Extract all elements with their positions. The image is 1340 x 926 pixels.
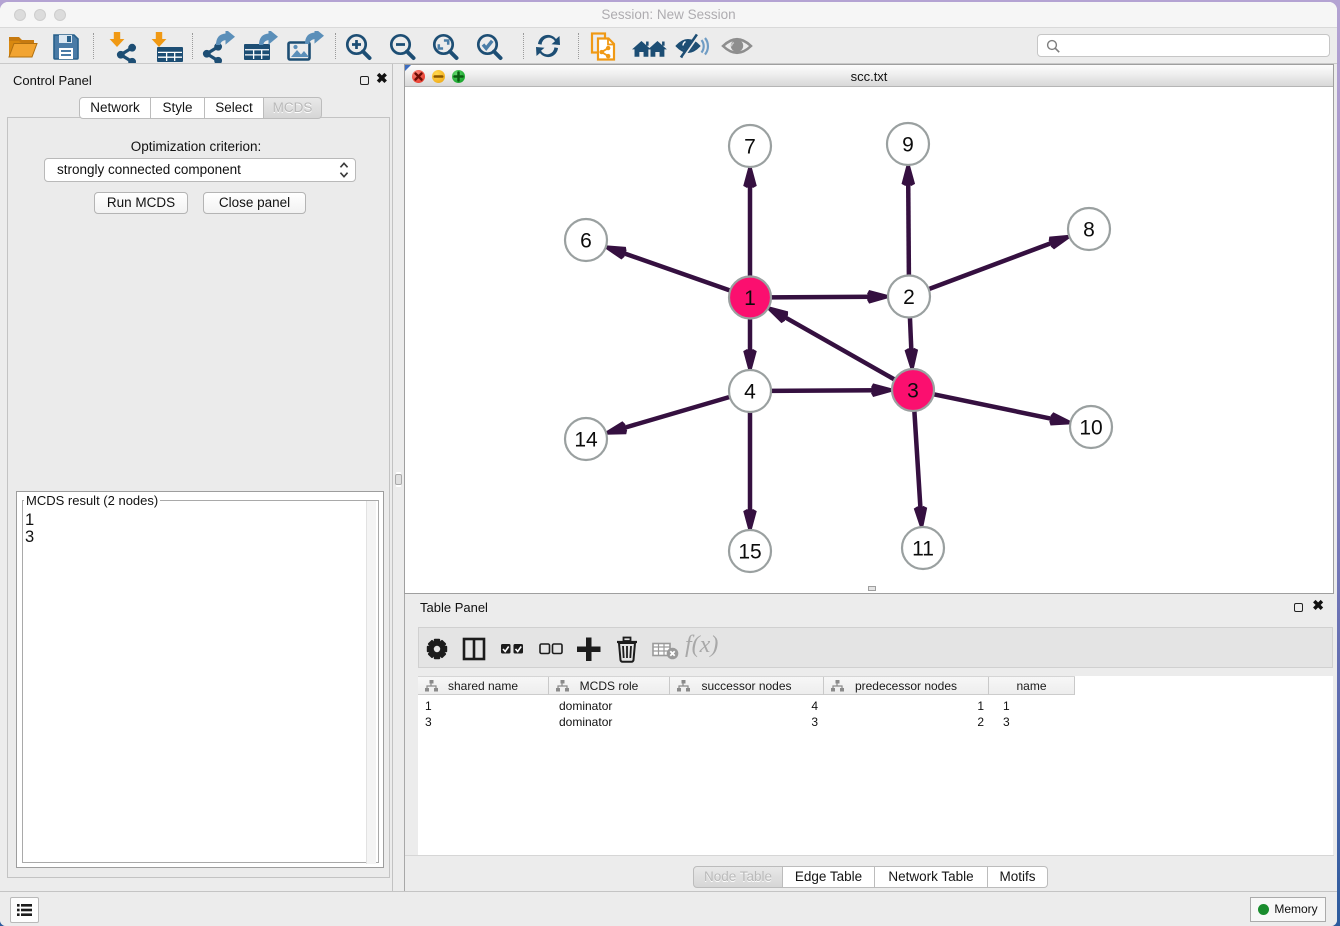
svg-text:14: 14	[574, 429, 598, 452]
svg-text:11: 11	[912, 538, 934, 561]
svg-text:2: 2	[903, 286, 915, 309]
svg-text:9: 9	[902, 134, 914, 157]
svg-text:8: 8	[1083, 219, 1095, 242]
svg-text:6: 6	[580, 230, 592, 253]
svg-text:4: 4	[744, 381, 756, 404]
svg-text:15: 15	[738, 541, 761, 564]
svg-text:7: 7	[744, 136, 756, 159]
svg-text:1: 1	[744, 287, 756, 310]
svg-text:3: 3	[907, 380, 919, 403]
svg-text:10: 10	[1079, 417, 1102, 440]
